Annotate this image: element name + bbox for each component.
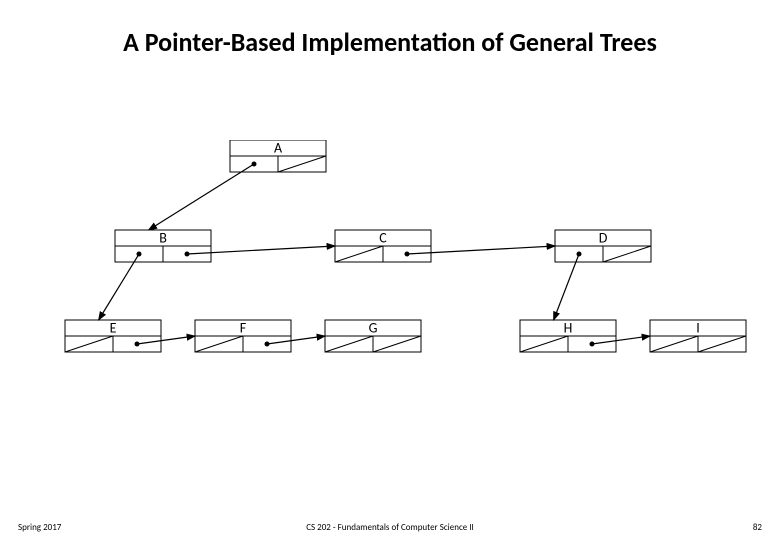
node-C: C	[335, 229, 431, 262]
node-I-label: I	[696, 319, 700, 336]
tree-diagram: A B C D E F G H I	[0, 140, 780, 420]
node-I: I	[650, 319, 746, 352]
edge-A-B	[149, 164, 254, 230]
node-G: G	[325, 319, 421, 352]
node-G-label: G	[369, 319, 378, 336]
node-C-label: C	[379, 229, 387, 246]
node-F: F	[195, 319, 291, 352]
footer-page-number: 82	[753, 522, 762, 533]
diagram-svg: A B C D E F G H I	[0, 140, 780, 420]
node-H: H	[520, 319, 616, 352]
footer-course: CS 202 - Fundamentals of Computer Scienc…	[0, 522, 780, 533]
node-F-label: F	[240, 319, 247, 336]
edge-B-E	[99, 254, 139, 320]
page-title: A Pointer-Based Implementation of Genera…	[0, 26, 780, 58]
node-D: D	[555, 229, 651, 262]
node-D-label: D	[599, 229, 608, 246]
node-H-label: H	[564, 319, 573, 336]
node-B: B	[115, 229, 211, 262]
node-B-label: B	[159, 229, 167, 246]
node-A: A	[230, 140, 326, 172]
node-E-label: E	[110, 319, 117, 336]
node-E: E	[65, 319, 161, 352]
node-A-label: A	[274, 140, 283, 156]
edge-D-H	[554, 254, 579, 320]
